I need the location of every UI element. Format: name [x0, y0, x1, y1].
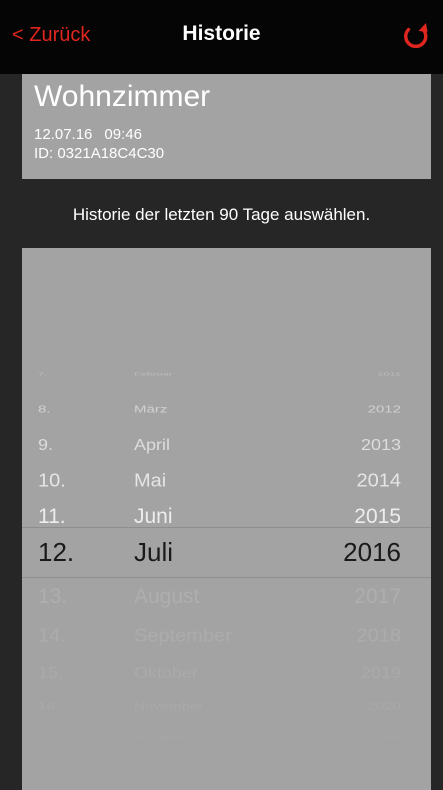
picker-day: 14.: [38, 625, 66, 647]
picker-row[interactable]: 17. Dezember 2021: [22, 729, 431, 748]
date-picker[interactable]: 7. Februar 2011 8. März 2012 9. April 2013 10. Mai…: [22, 248, 431, 790]
picker-year: 2021: [376, 735, 401, 741]
refresh-icon-graphic: [404, 23, 428, 49]
picker-day: 10.: [38, 470, 66, 492]
picker-year: 2012: [367, 404, 401, 416]
picker-month: August: [134, 585, 200, 608]
instruction-text: Historie der letzten 90 Tage auswählen.: [72, 205, 371, 224]
picker-day: 13.: [38, 585, 68, 608]
picker-day: 9.: [38, 436, 54, 454]
picker-row[interactable]: 13. August 2017: [22, 576, 431, 618]
picker-row[interactable]: 15. Oktober 2019: [22, 655, 431, 691]
picker-row-selected[interactable]: 12. Juli 2016: [22, 531, 431, 573]
picker-year: 2013: [360, 436, 401, 454]
selection-line-bottom: [22, 577, 431, 578]
picker-month: März: [134, 404, 168, 416]
selection-line-top: [22, 527, 431, 528]
page-title: Historie: [182, 22, 261, 45]
device-info-card: Wohnzimmer 12.07.16 09:46 ID: 0321A18C4C3…: [22, 74, 431, 179]
picker-row[interactable]: 7. Februar 2011: [22, 365, 431, 384]
device-timestamp: 12.07.16 09:46: [34, 126, 142, 143]
picker-year: 2017: [354, 585, 401, 608]
refresh-icon[interactable]: [398, 20, 434, 56]
picker-year: 2019: [360, 664, 401, 682]
navigation-bar: < Zurück Historie: [0, 0, 443, 74]
picker-row[interactable]: 8. März 2012: [22, 396, 431, 423]
picker-row[interactable]: 9. April 2013: [22, 427, 431, 463]
picker-month: November: [134, 701, 204, 713]
picker-month: Februar: [134, 371, 173, 377]
picker-row[interactable]: 10. Mai 2014: [22, 461, 431, 500]
picker-month: Mai: [134, 470, 167, 492]
picker-day: 12.: [38, 537, 75, 567]
picker-month: September: [134, 625, 232, 647]
picker-rows[interactable]: 7. Februar 2011 8. März 2012 9. April 2013 10. Mai…: [22, 248, 431, 790]
device-time: 09:46: [104, 126, 142, 143]
picker-month: Dezember: [134, 735, 185, 741]
picker-day: 16.: [38, 701, 59, 713]
picker-year: 2011: [377, 371, 401, 377]
picker-day: 15.: [38, 664, 64, 682]
picker-row[interactable]: 14. September 2018: [22, 616, 431, 655]
picker-year: 2018: [356, 625, 402, 647]
picker-row[interactable]: 16. November 2020: [22, 693, 431, 720]
picker-year: 2020: [367, 701, 401, 713]
picker-month: Oktober: [134, 664, 199, 682]
device-name: Wohnzimmer: [34, 80, 211, 113]
device-date: 12.07.16: [34, 126, 93, 143]
picker-month: April: [134, 436, 171, 454]
picker-day: 7.: [38, 371, 48, 377]
device-id: ID: 0321A18C4C30: [34, 145, 165, 162]
picker-day: 17.: [38, 735, 54, 741]
picker-month: Juli: [134, 537, 174, 567]
picker-day: 8.: [38, 404, 51, 416]
picker-year: 2016: [343, 537, 401, 567]
picker-year: 2014: [356, 470, 402, 492]
